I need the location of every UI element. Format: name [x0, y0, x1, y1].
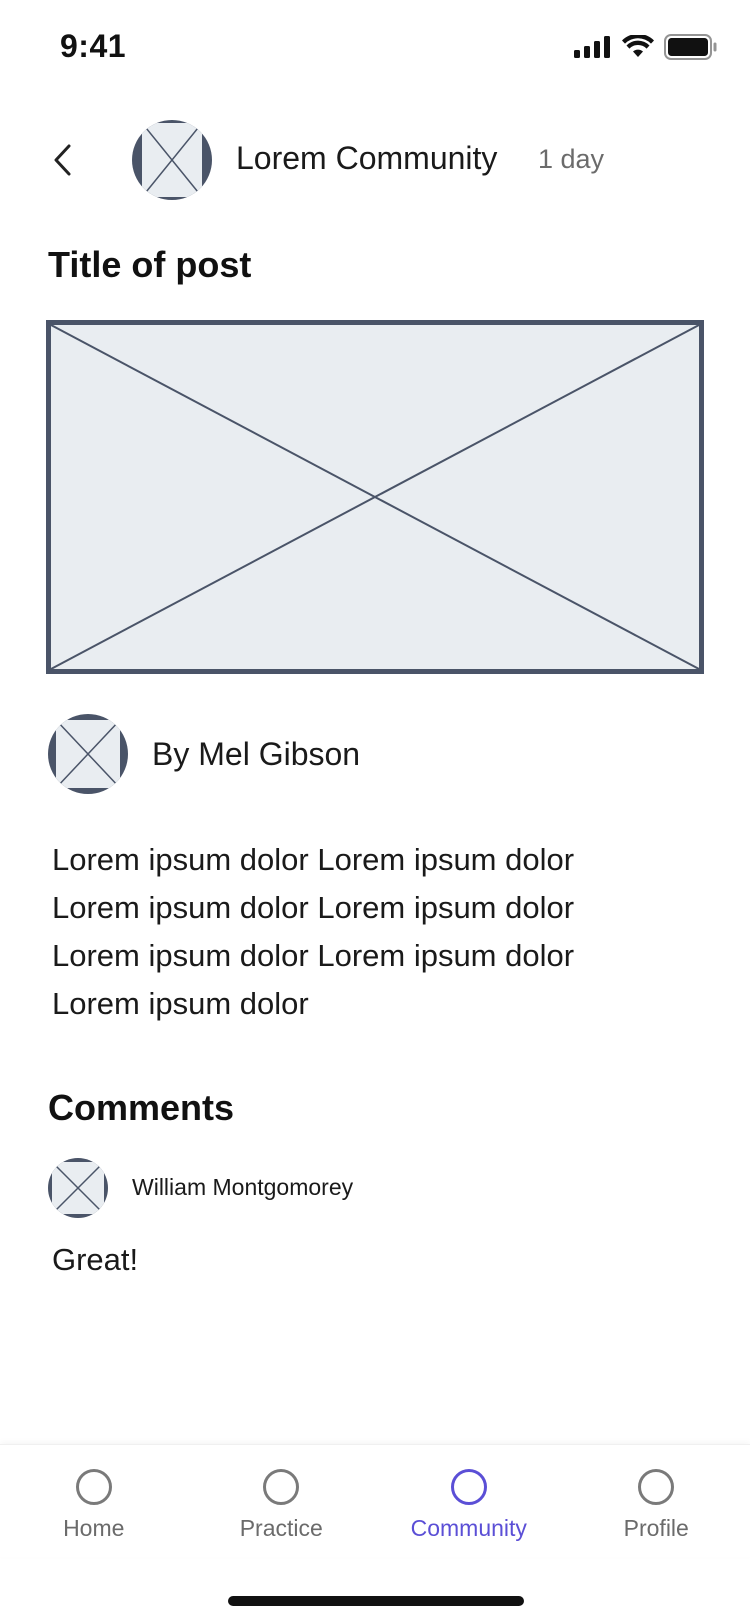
image-placeholder-icon	[132, 120, 212, 200]
cellular-signal-icon	[574, 36, 610, 58]
comment-author[interactable]: William Montgomorey	[132, 1174, 353, 1201]
post-author[interactable]: By Mel Gibson	[152, 736, 360, 773]
practice-icon	[263, 1469, 300, 1505]
app-screen: 9:41 Lorem Community 1 day Title of post…	[0, 0, 750, 1624]
bottom-tab-bar: Home Practice Community Profile	[0, 1444, 750, 1557]
tab-community[interactable]: Community	[375, 1445, 563, 1557]
commenter-avatar[interactable]	[48, 1158, 108, 1218]
status-icons	[574, 34, 718, 60]
battery-icon	[664, 34, 717, 60]
comments-heading: Comments	[48, 1087, 235, 1128]
community-avatar[interactable]	[132, 120, 212, 200]
community-icon	[450, 1469, 487, 1505]
community-name[interactable]: Lorem Community	[236, 140, 497, 177]
tab-profile[interactable]: Profile	[563, 1445, 750, 1557]
post-timestamp: 1 day	[538, 144, 605, 174]
home-icon	[75, 1469, 112, 1505]
author-avatar[interactable]	[48, 714, 128, 794]
profile-icon	[638, 1469, 675, 1505]
home-indicator[interactable]	[228, 1596, 524, 1606]
tab-practice[interactable]: Practice	[188, 1445, 376, 1557]
post-image	[46, 320, 704, 674]
back-button[interactable]	[42, 138, 82, 182]
wifi-icon	[622, 35, 654, 57]
tab-label: Home	[63, 1515, 125, 1541]
tab-label: Practice	[239, 1515, 323, 1541]
image-placeholder-icon	[46, 320, 704, 674]
image-placeholder-icon	[48, 714, 128, 794]
tab-home[interactable]: Home	[0, 1445, 188, 1557]
post-body: Lorem ipsum dolor Lorem ipsum dolor Lore…	[52, 842, 575, 1021]
tab-label: Profile	[623, 1515, 689, 1541]
tab-label: Community	[410, 1515, 527, 1541]
chevron-left-icon	[54, 144, 71, 176]
comment-text: Great!	[52, 1242, 139, 1277]
image-placeholder-icon	[48, 1158, 108, 1218]
status-time: 9:41	[60, 28, 127, 64]
post-title: Title of post	[48, 244, 252, 285]
